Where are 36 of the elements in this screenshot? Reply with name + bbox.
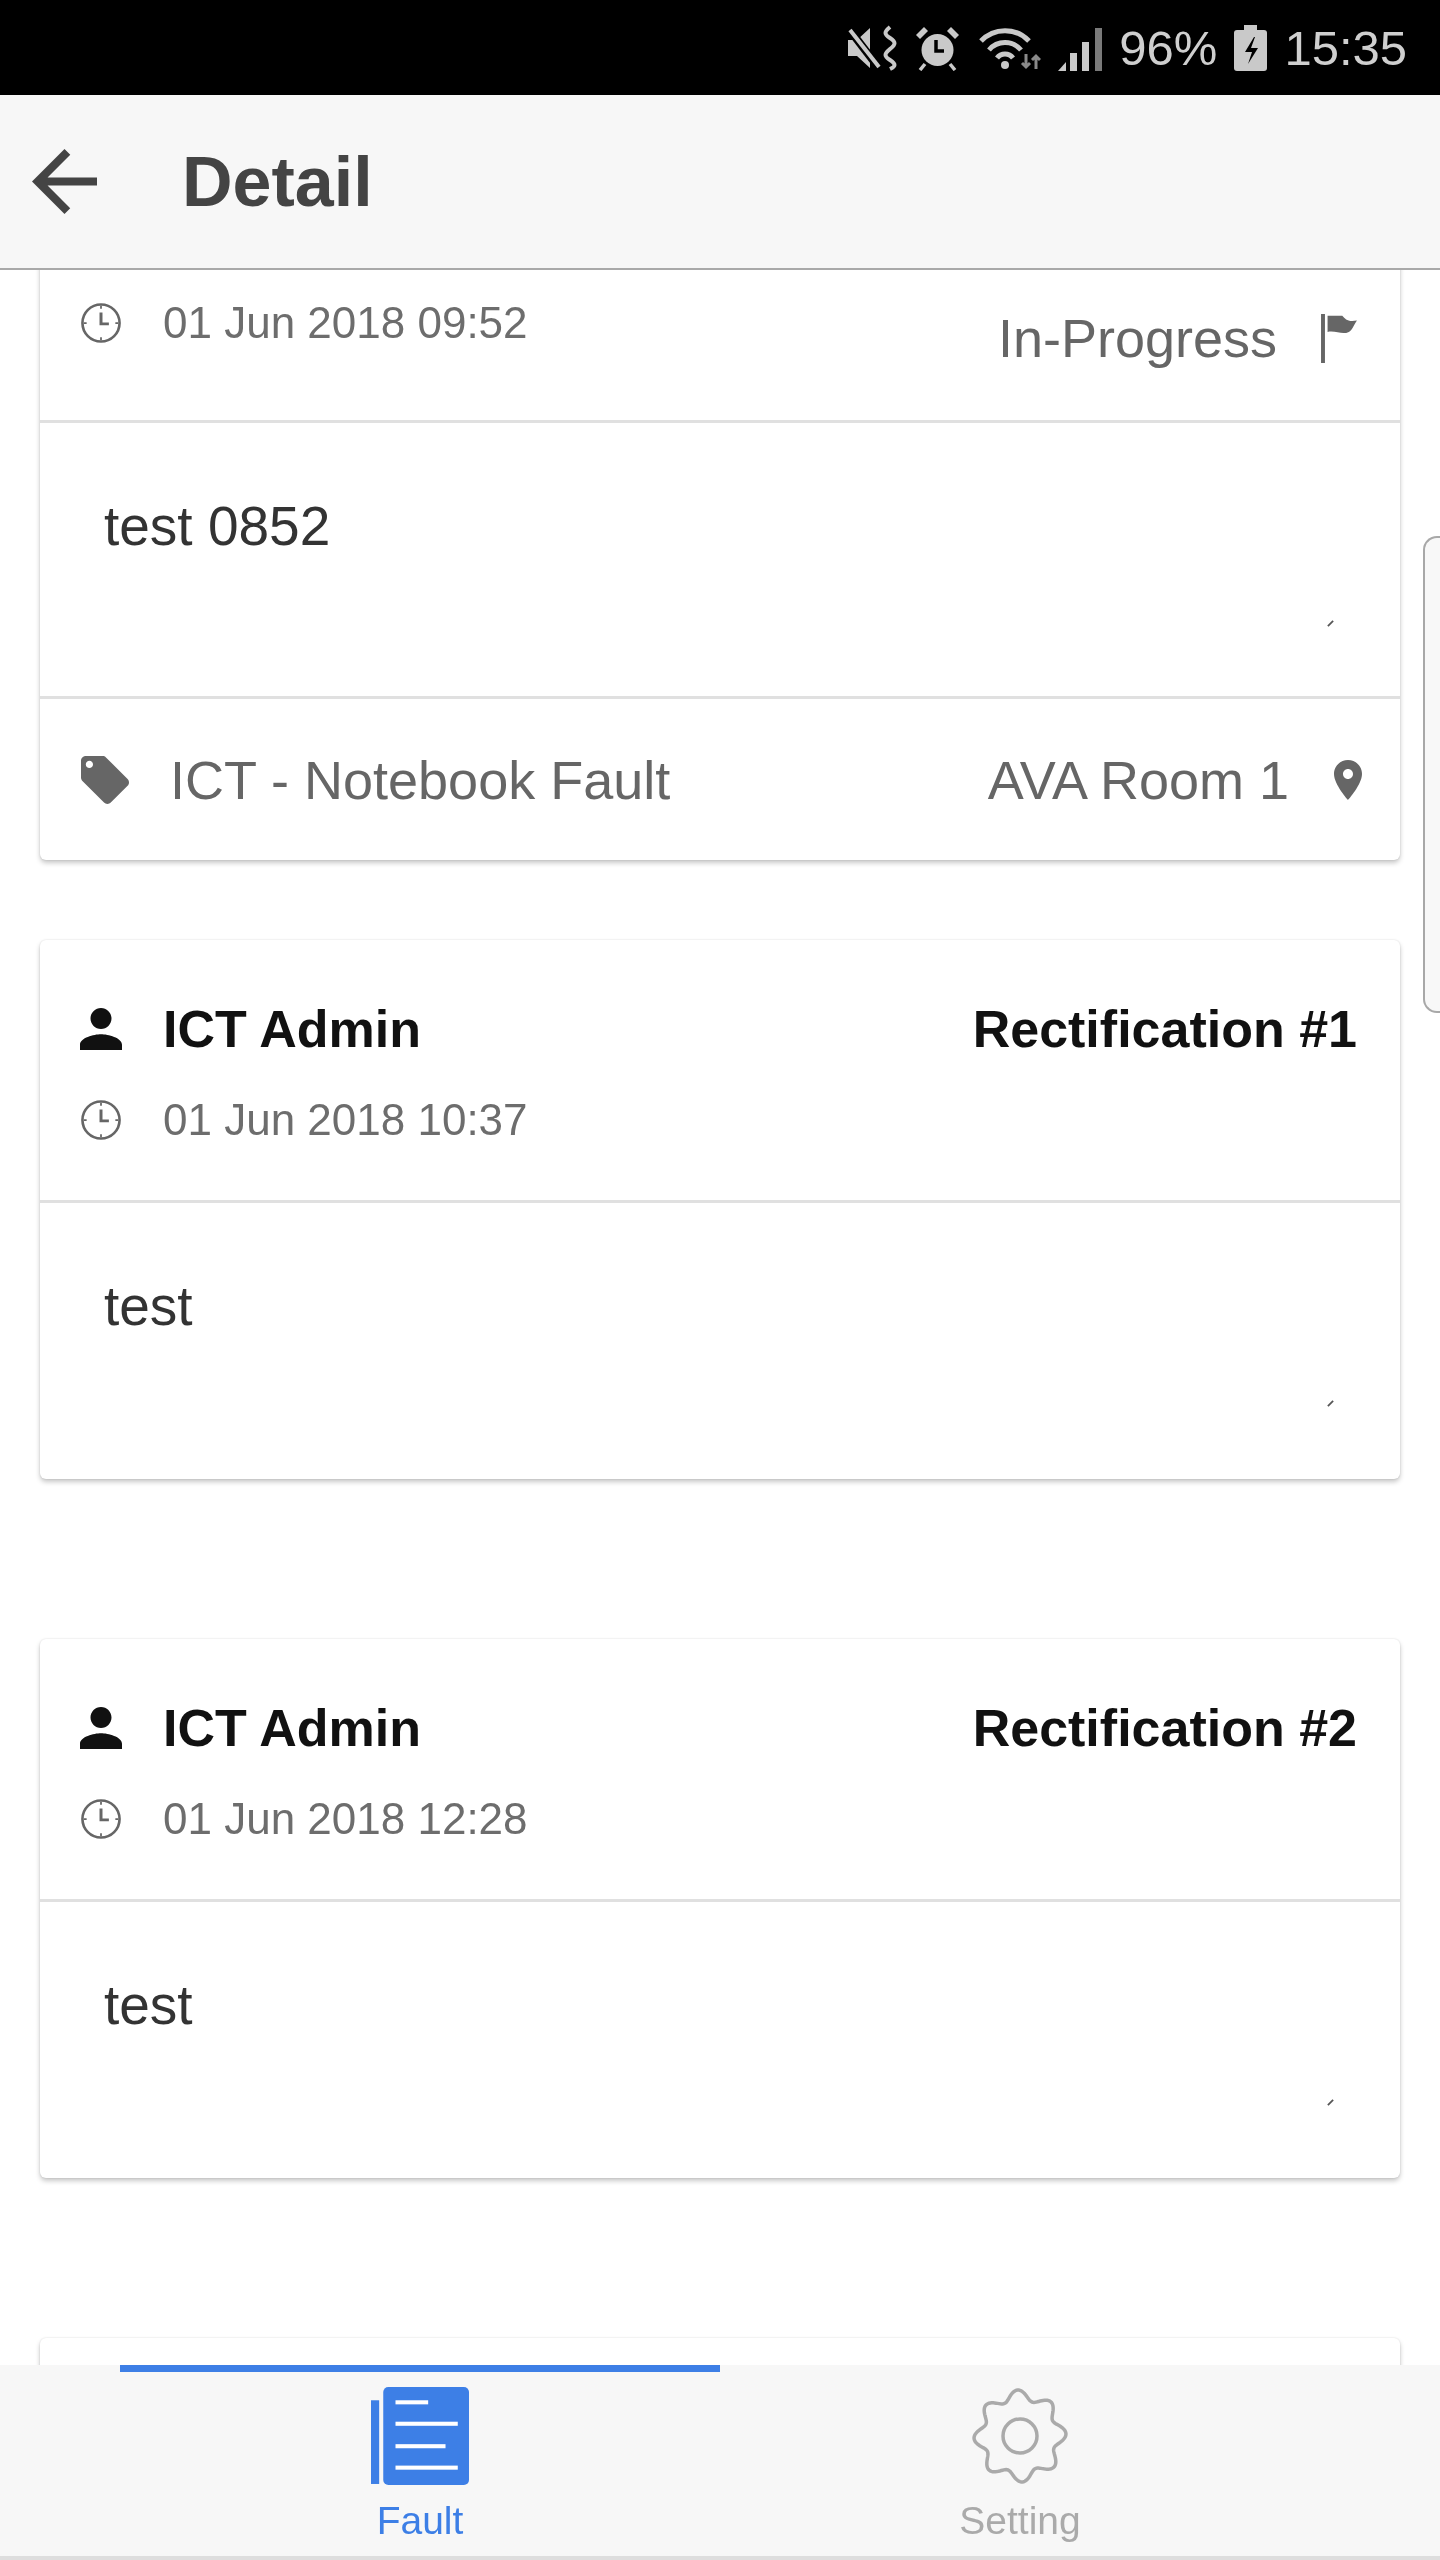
tag-icon: [81, 755, 129, 804]
status-text: In-Progress: [997, 307, 1277, 370]
back-button[interactable]: [32, 149, 97, 214]
resize-grip-icon: [1327, 2099, 1334, 2106]
author-name: ICT Admin: [163, 999, 422, 1060]
nav-tab[interactable]: Fault: [120, 2365, 720, 2556]
date-text: 01 Jun 2018 09:52: [163, 297, 528, 349]
settings-icon: [971, 2387, 1069, 2485]
resize-grip-icon: [1327, 620, 1334, 627]
date-text: 01 Jun 2018 12:28: [163, 1793, 528, 1845]
note-text: test: [104, 1274, 193, 1338]
description-text: test 0852: [104, 494, 331, 558]
person-icon: [80, 1008, 122, 1050]
alarm-clock-icon: [914, 24, 962, 71]
note-text: test: [104, 1973, 193, 2037]
rectification-title: Rectification #1: [972, 999, 1357, 1060]
rectification-title: Rectification #2: [972, 1698, 1357, 1759]
location-pin-icon: [1334, 759, 1362, 800]
location-text: AVA Room 1: [987, 748, 1289, 812]
resize-grip-icon: [1327, 1400, 1334, 1407]
person-icon: [80, 1707, 122, 1749]
nav-tab[interactable]: Setting: [720, 2365, 1320, 2556]
battery-charging-icon: [1234, 24, 1268, 71]
clock-time: 15:35: [1284, 19, 1407, 76]
page-title: Detail: [182, 141, 373, 222]
back-arrow-icon: [32, 149, 97, 214]
clock-icon: [80, 1798, 122, 1840]
clock-icon: [80, 302, 122, 344]
clock-icon: [80, 1099, 122, 1141]
edge-panel-handle[interactable]: [1423, 536, 1440, 1013]
document-list-icon: [371, 2387, 469, 2485]
battery-percent: 96%: [1119, 19, 1218, 76]
date-text: 01 Jun 2018 10:37: [163, 1094, 528, 1146]
category-text: ICT - Notebook Fault: [170, 748, 671, 812]
author-name: ICT Admin: [163, 1698, 422, 1759]
mute-vibrate-icon: [846, 24, 898, 71]
